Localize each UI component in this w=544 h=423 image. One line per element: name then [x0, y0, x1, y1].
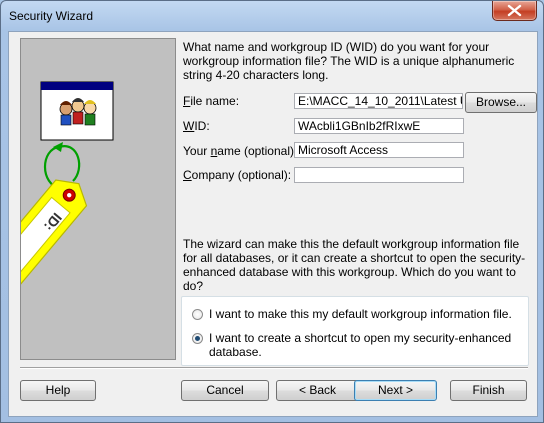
description-text: The wizard can make this the default wor…	[183, 237, 526, 293]
finish-button[interactable]: Finish	[450, 380, 527, 401]
cancel-button[interactable]: Cancel	[181, 380, 269, 401]
wizard-body: ID: What name and workgroup ID (WID) do …	[8, 31, 538, 417]
back-button[interactable]: < Back	[276, 380, 359, 401]
wid-label: WID:	[183, 119, 210, 133]
your-name-label: Your name (optional):	[183, 144, 298, 158]
company-field[interactable]	[294, 167, 464, 183]
create-shortcut-option-label-line1[interactable]: I want to create a shortcut to open my s…	[209, 331, 511, 345]
workgroup-id-illustration: ID:	[21, 81, 114, 291]
default-workgroup-option-label[interactable]: I want to make this my default workgroup…	[209, 307, 512, 321]
people-icon	[59, 98, 97, 126]
company-label: Company (optional):	[183, 168, 292, 182]
window-title: Security Wizard	[9, 9, 94, 23]
your-name-field[interactable]: Microsoft Access	[294, 142, 464, 158]
file-name-field[interactable]: E:\MACC_14_10_2011\Latest Uns	[294, 93, 463, 109]
close-button[interactable]	[492, 1, 537, 21]
create-shortcut-radio[interactable]	[192, 333, 203, 344]
illustration-panel: ID:	[20, 38, 176, 360]
file-name-label: File name:	[183, 94, 240, 108]
prompt-text: What name and workgroup ID (WID) do you …	[183, 40, 515, 82]
title-bar[interactable]: Security Wizard	[1, 1, 543, 31]
wid-field[interactable]: WAcbli1GBnIb2fRIxwE	[294, 118, 464, 134]
next-button[interactable]: Next >	[354, 380, 437, 401]
default-workgroup-radio[interactable]	[192, 309, 203, 320]
security-wizard-window: Security Wizard ID: What name and workgr…	[0, 0, 544, 423]
help-button[interactable]: Help	[20, 380, 96, 401]
create-shortcut-option-label-line2[interactable]: database.	[209, 345, 262, 359]
button-separator	[20, 367, 528, 369]
browse-button[interactable]: Browse...	[465, 92, 537, 113]
close-icon	[507, 4, 522, 17]
options-group: I want to make this my default workgroup…	[181, 296, 529, 366]
